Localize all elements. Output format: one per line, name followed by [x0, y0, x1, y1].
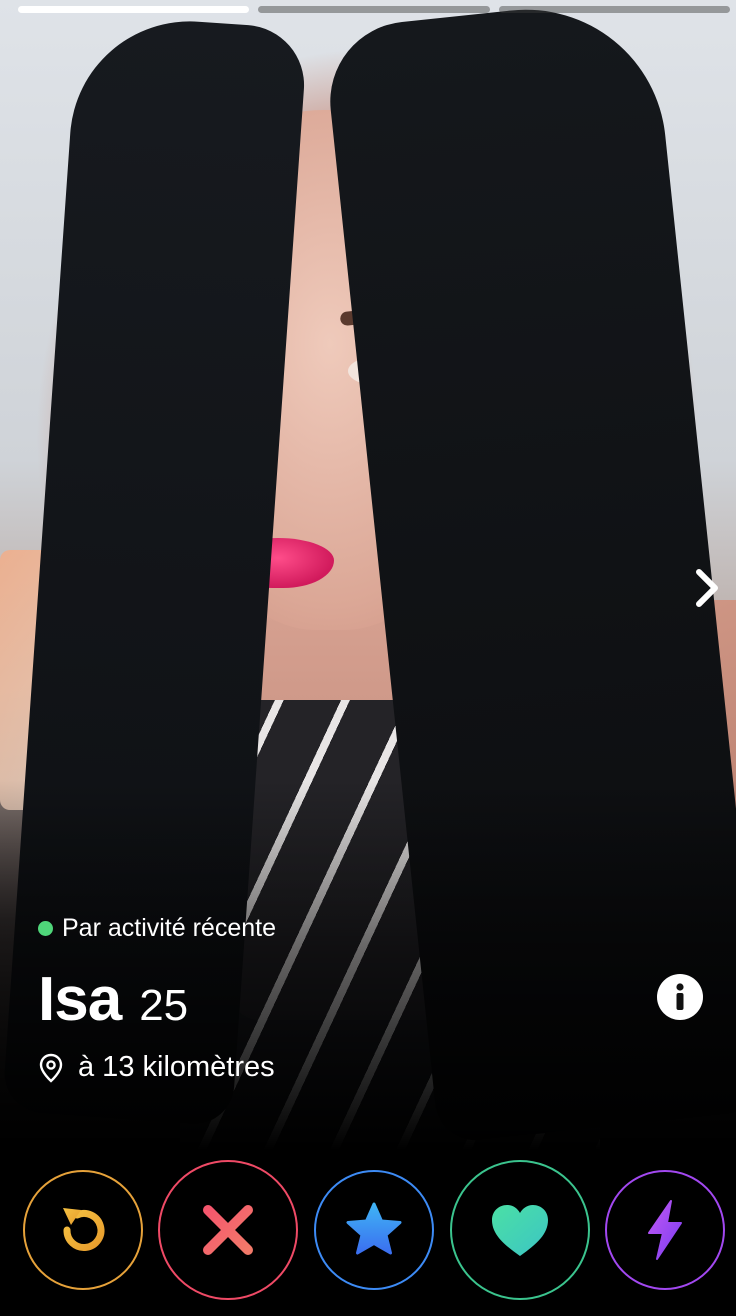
- activity-label: Par activité récente: [62, 913, 276, 942]
- online-dot-icon: [38, 920, 53, 936]
- lightning-icon: [648, 1200, 682, 1260]
- like-button[interactable]: [450, 1160, 590, 1300]
- info-button[interactable]: [657, 974, 703, 1020]
- recent-activity-status: Par activité récente: [38, 912, 718, 944]
- progress-segment[interactable]: [18, 6, 250, 13]
- heart-icon: [492, 1205, 548, 1256]
- name-age-row: Isa 25: [38, 964, 718, 1035]
- chevron-right-icon[interactable]: [690, 566, 724, 610]
- progress-segment[interactable]: [258, 6, 490, 13]
- x-icon: [203, 1205, 253, 1255]
- profile-info: Par activité récente Isa 25 à 13 kilomèt…: [38, 912, 718, 1084]
- star-icon: [346, 1202, 402, 1255]
- progress-segment[interactable]: [498, 6, 730, 13]
- boost-button[interactable]: [605, 1170, 725, 1290]
- profile-age: 25: [139, 981, 189, 1030]
- action-bar: [0, 1150, 736, 1316]
- info-icon: [676, 983, 684, 1010]
- location-pin-icon: [39, 1053, 63, 1083]
- rewind-button[interactable]: [23, 1170, 143, 1290]
- distance-label: à 13 kilomètres: [78, 1051, 275, 1083]
- photo-progress-bar: [18, 6, 730, 13]
- super-like-button[interactable]: [314, 1170, 434, 1290]
- profile-name: Isa: [38, 965, 122, 1034]
- rewind-icon: [63, 1208, 105, 1251]
- nope-button[interactable]: [158, 1160, 298, 1300]
- distance-row: à 13 kilomètres: [38, 1051, 718, 1084]
